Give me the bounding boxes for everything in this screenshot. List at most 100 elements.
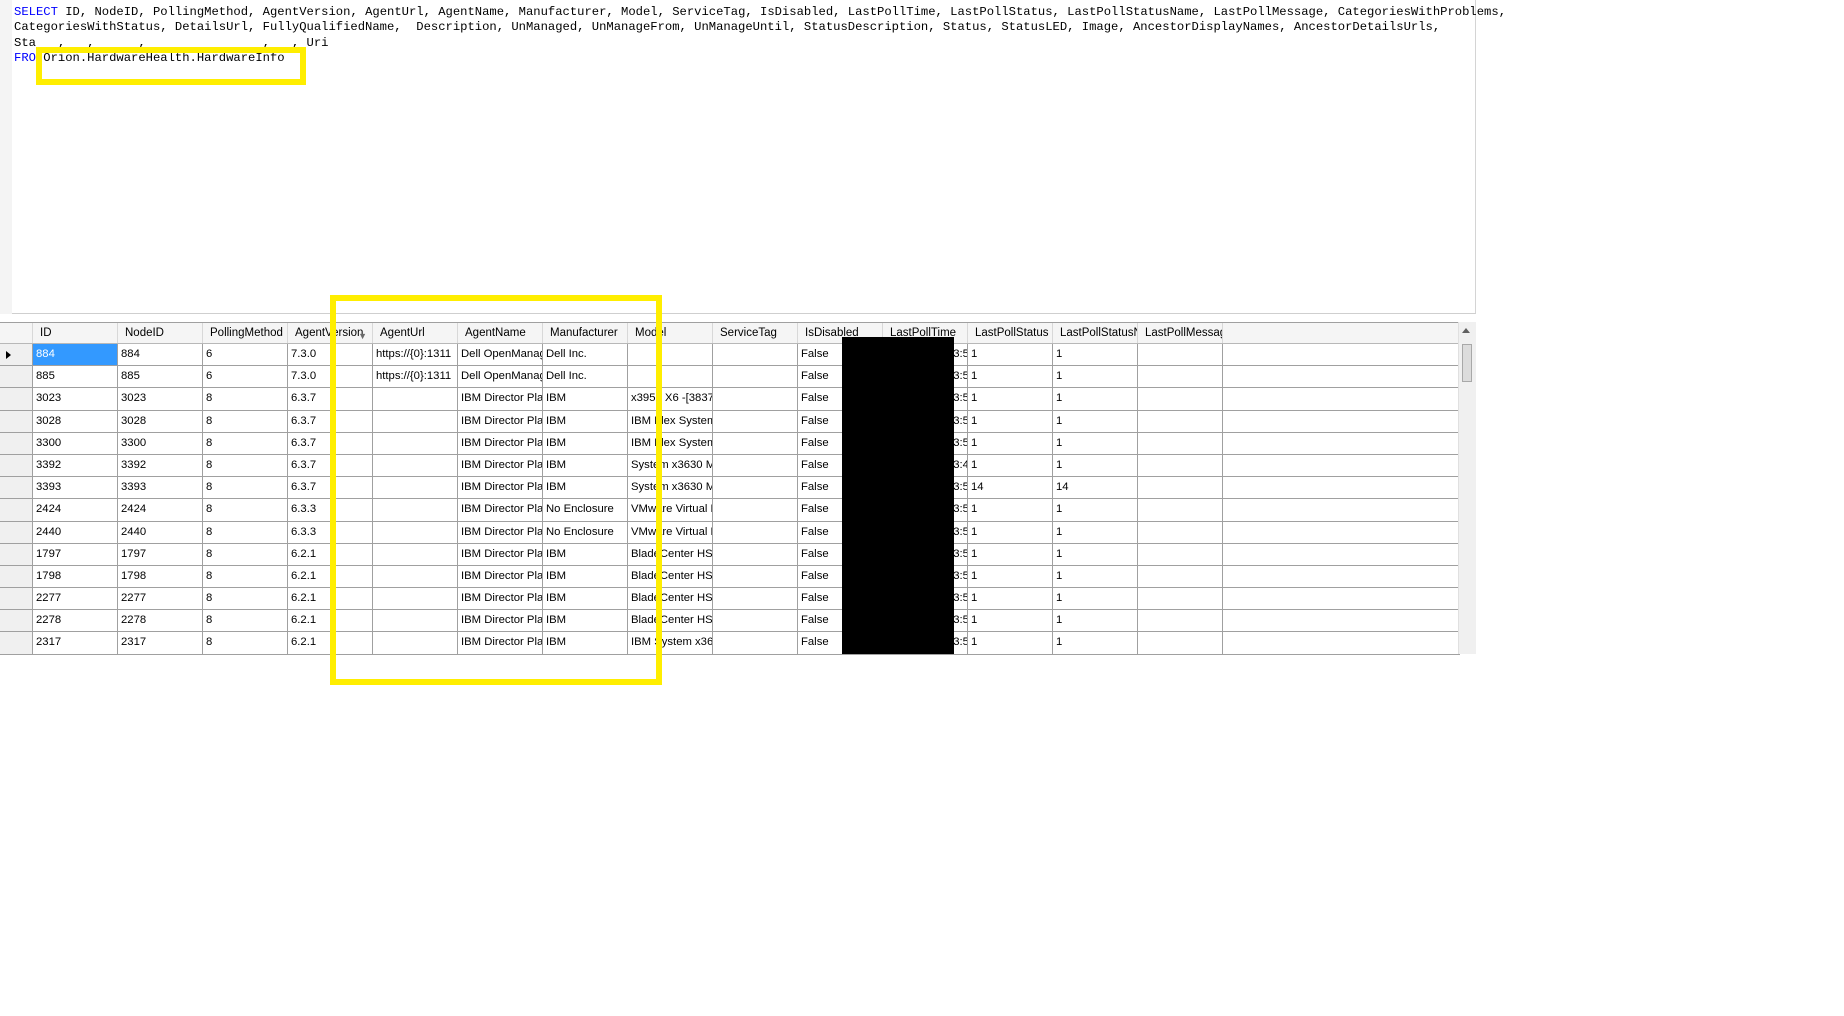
cell-pollingmethod[interactable]: 8: [203, 454, 288, 477]
cell-lastpollmessage[interactable]: [1138, 388, 1223, 410]
cell-agenturl[interactable]: [373, 454, 458, 477]
table-row[interactable]: 3393339386.3.7IBM Director Platf...IBMSy…: [0, 477, 1460, 500]
results-grid[interactable]: ID NodeID PollingMethod AgentVersion ▼ AgentU…: [0, 322, 1476, 655]
table-row[interactable]: 2440244086.3.3IBM Director Platf...No En…: [0, 521, 1460, 544]
cell-nodeid[interactable]: 885: [118, 366, 203, 388]
cell-pollingmethod[interactable]: 8: [203, 410, 288, 432]
cell-agentname[interactable]: IBM Director Platf...: [458, 565, 543, 588]
cell-lastpollstatusname[interactable]: 1: [1053, 543, 1138, 565]
cell-lastpollstatusname[interactable]: 1: [1053, 521, 1138, 543]
cell-servicetag[interactable]: [713, 454, 798, 477]
cell-agentname[interactable]: Dell OpenManage: [458, 366, 543, 388]
cell-manufacturer[interactable]: No Enclosure: [543, 499, 628, 521]
row-header[interactable]: [0, 454, 33, 477]
column-header-agentname[interactable]: AgentName: [458, 323, 543, 343]
cell-id[interactable]: 3028: [33, 410, 118, 432]
cell-lastpollstatusname[interactable]: 1: [1053, 565, 1138, 588]
column-header-model[interactable]: Model: [628, 323, 713, 343]
row-header[interactable]: [0, 588, 33, 610]
table-row[interactable]: 3392339286.3.7IBM Director Platf...IBMSy…: [0, 454, 1460, 478]
cell-id[interactable]: 1798: [33, 565, 118, 588]
cell-lastpollmessage[interactable]: [1138, 588, 1223, 610]
cell-agentversion[interactable]: 7.3.0: [288, 344, 373, 366]
cell-agentversion[interactable]: 6.2.1: [288, 632, 373, 654]
cell-agenturl[interactable]: [373, 388, 458, 410]
cell-manufacturer[interactable]: IBM: [543, 588, 628, 610]
table-row[interactable]: 2277227786.2.1IBM Director Platf...IBMBl…: [0, 588, 1460, 611]
row-header[interactable]: [0, 366, 33, 388]
cell-id[interactable]: 3393: [33, 477, 118, 499]
cell-model[interactable]: [628, 344, 713, 366]
cell-nodeid[interactable]: 1797: [118, 543, 203, 565]
cell-nodeid[interactable]: 2424: [118, 499, 203, 521]
cell-manufacturer[interactable]: IBM: [543, 388, 628, 410]
cell-lastpollstatus[interactable]: 1: [968, 344, 1053, 366]
cell-lastpollstatusname[interactable]: 1: [1053, 454, 1138, 477]
cell-id[interactable]: 2278: [33, 610, 118, 632]
cell-model[interactable]: VMware Virtual Pl...: [628, 499, 713, 521]
vertical-scrollbar[interactable]: [1458, 322, 1476, 654]
cell-lastpollmessage[interactable]: [1138, 632, 1223, 654]
cell-agentname[interactable]: IBM Director Platf...: [458, 632, 543, 654]
table-row[interactable]: 1798179886.2.1IBM Director Platf...IBMBl…: [0, 565, 1460, 589]
column-header-lastpollstatusname[interactable]: LastPollStatusName: [1053, 323, 1138, 343]
table-row[interactable]: 884 884 6 7.3.0 https://{0}:1311 Dell OpenMan…: [0, 344, 1460, 367]
cell-servicetag[interactable]: [713, 610, 798, 632]
table-row[interactable]: 3028302886.3.7IBM Director Platf...IBMIB…: [0, 410, 1460, 433]
cell-lastpollmessage[interactable]: [1138, 454, 1223, 477]
cell-pollingmethod[interactable]: 8: [203, 432, 288, 454]
column-header-agenturl[interactable]: AgentUrl: [373, 323, 458, 343]
cell-lastpollstatus[interactable]: 1: [968, 499, 1053, 521]
cell-lastpollstatusname[interactable]: 1: [1053, 366, 1138, 388]
cell-id[interactable]: 1797: [33, 543, 118, 565]
cell-lastpollmessage[interactable]: [1138, 410, 1223, 432]
cell-model[interactable]: BladeCenter HS2...: [628, 543, 713, 565]
cell-lastpollstatus[interactable]: 1: [968, 366, 1053, 388]
cell-pollingmethod[interactable]: 6: [203, 366, 288, 388]
cell-lastpollstatus[interactable]: 1: [968, 432, 1053, 454]
cell-manufacturer[interactable]: IBM: [543, 454, 628, 477]
cell-lastpollstatus[interactable]: 14: [968, 477, 1053, 499]
cell-agentversion[interactable]: 6.3.7: [288, 410, 373, 432]
cell-agentversion[interactable]: 6.2.1: [288, 610, 373, 632]
cell-manufacturer[interactable]: Dell Inc.: [543, 344, 628, 366]
row-header[interactable]: [0, 410, 33, 432]
cell-id[interactable]: 3300: [33, 432, 118, 454]
column-header-agentversion[interactable]: AgentVersion ▼: [288, 323, 373, 343]
cell-manufacturer[interactable]: No Enclosure: [543, 521, 628, 543]
cell-nodeid[interactable]: 2278: [118, 610, 203, 632]
column-header-nodeid[interactable]: NodeID: [118, 323, 203, 343]
cell-agentversion[interactable]: 6.2.1: [288, 588, 373, 610]
cell-lastpollstatusname[interactable]: 1: [1053, 588, 1138, 610]
cell-nodeid[interactable]: 3300: [118, 432, 203, 454]
row-header[interactable]: [0, 432, 33, 454]
cell-agenturl[interactable]: [373, 477, 458, 499]
cell-lastpollstatus[interactable]: 1: [968, 454, 1053, 477]
cell-model[interactable]: System x3630 M...: [628, 454, 713, 477]
table-row[interactable]: 2278227886.2.1IBM Director Platf...IBMBl…: [0, 610, 1460, 633]
cell-lastpollmessage[interactable]: [1138, 499, 1223, 521]
cell-nodeid[interactable]: 1798: [118, 565, 203, 588]
cell-pollingmethod[interactable]: 8: [203, 388, 288, 410]
cell-agentversion[interactable]: 6.3.7: [288, 432, 373, 454]
cell-agentname[interactable]: IBM Director Platf...: [458, 610, 543, 632]
cell-lastpollstatus[interactable]: 1: [968, 610, 1053, 632]
cell-agenturl[interactable]: [373, 588, 458, 610]
table-row[interactable]: 885 885 6 7.3.0 https://{0}:1311 Dell OpenMan…: [0, 366, 1460, 389]
cell-servicetag[interactable]: [713, 499, 798, 521]
cell-servicetag[interactable]: [713, 477, 798, 499]
cell-lastpollstatusname[interactable]: 1: [1053, 610, 1138, 632]
cell-model[interactable]: System x3630 M...: [628, 477, 713, 499]
cell-id[interactable]: 885: [33, 366, 118, 388]
cell-lastpollmessage[interactable]: [1138, 366, 1223, 388]
cell-agentversion[interactable]: 7.3.0: [288, 366, 373, 388]
cell-model[interactable]: x3950 X6 -[3837...: [628, 388, 713, 410]
cell-agentname[interactable]: IBM Director Platf...: [458, 410, 543, 432]
cell-servicetag[interactable]: [713, 565, 798, 588]
cell-lastpollstatusname[interactable]: 14: [1053, 477, 1138, 499]
cell-agentname[interactable]: IBM Director Platf...: [458, 588, 543, 610]
cell-servicetag[interactable]: [713, 521, 798, 543]
cell-model[interactable]: IBM Flex System ...: [628, 432, 713, 454]
cell-model[interactable]: BladeCenter HS2...: [628, 588, 713, 610]
column-header-manufacturer[interactable]: Manufacturer: [543, 323, 628, 343]
